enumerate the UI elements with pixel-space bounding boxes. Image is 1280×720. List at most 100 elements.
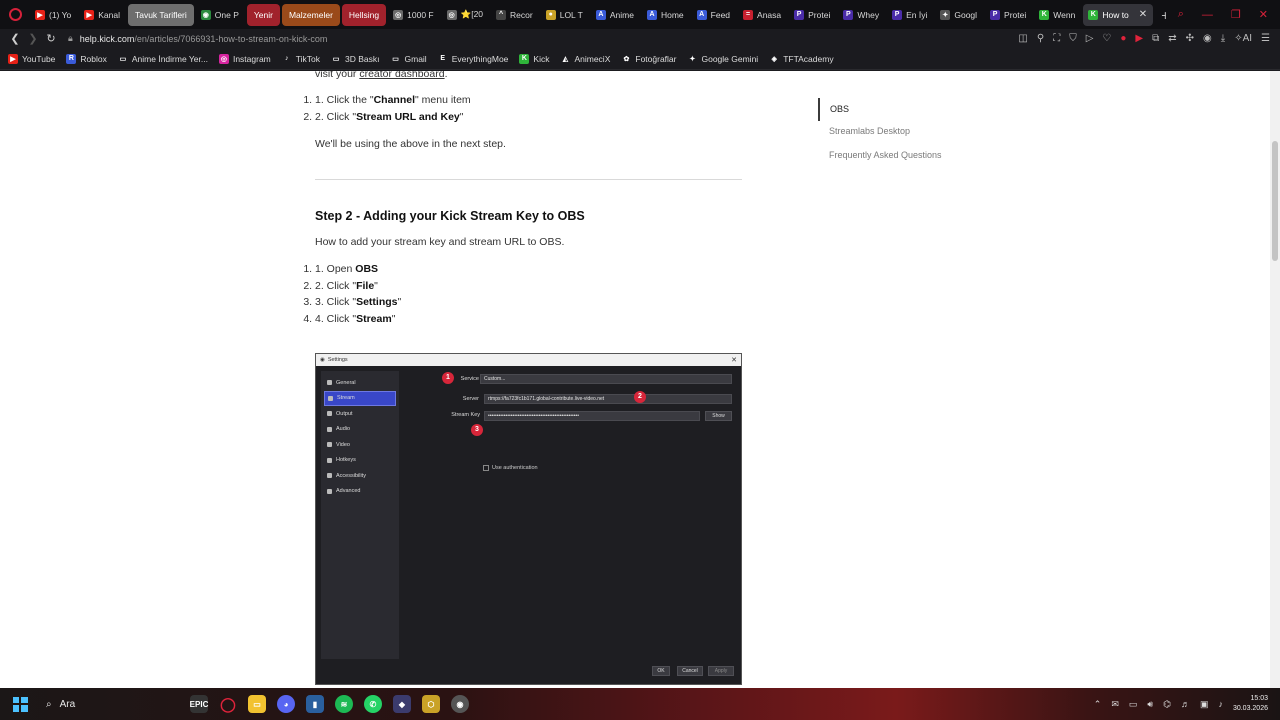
search-tabs-icon[interactable]: ⌕ <box>1178 8 1184 21</box>
bookmark-5[interactable]: ♪ TikTok <box>282 54 320 64</box>
tab-15[interactable]: = Anasa <box>738 4 787 26</box>
tray-chevron-icon[interactable]: ⌃ <box>1094 699 1102 710</box>
close-window-button[interactable]: ✕ <box>1259 8 1268 21</box>
tab-label: Home <box>660 9 684 20</box>
profile-icon[interactable]: ◉ <box>1203 33 1212 44</box>
tab-13[interactable]: A Home <box>642 4 690 26</box>
notes-app-icon[interactable]: ▮ <box>306 695 324 713</box>
tab-5[interactable]: Yenir <box>246 3 280 26</box>
tab-20[interactable]: P Protei <box>985 4 1032 26</box>
network-icon[interactable]: ⌬ <box>1163 699 1171 710</box>
tab-7[interactable]: Hellsing <box>341 3 387 26</box>
toc-item-obs[interactable]: OBS <box>820 98 849 121</box>
tab-12[interactable]: A Anime <box>591 4 640 26</box>
page-scrollbar[interactable] <box>1270 71 1280 688</box>
download-icon[interactable]: ⤓ <box>1221 33 1225 44</box>
translate-icon[interactable]: ⇄ <box>1168 33 1176 44</box>
tab-10[interactable]: ^ Recor <box>491 4 539 26</box>
bookmark-12[interactable]: ✦ Google Gemini <box>687 54 759 64</box>
pin-icon[interactable]: ⚲ <box>1037 33 1044 44</box>
whatsapp-icon[interactable]: ✆ <box>364 695 382 713</box>
tab-22[interactable]: K How to ✕ <box>1083 3 1154 26</box>
spotify-icon[interactable]: ≋ <box>335 695 353 713</box>
file-explorer-icon[interactable]: ▭ <box>248 695 266 713</box>
step-bold: Stream URL and Key <box>356 110 460 123</box>
tab-1[interactable]: ▶ (1) Yo <box>30 4 77 26</box>
start-button[interactable] <box>0 696 40 712</box>
snapshot-icon[interactable]: ⛶ <box>1053 33 1060 44</box>
tab-19[interactable]: ✦ Googl <box>935 4 983 26</box>
tab-16[interactable]: P Protei <box>789 4 836 26</box>
tab-18[interactable]: P En İyi <box>887 4 933 26</box>
tab-8[interactable]: ◎ 1000 F <box>388 4 439 26</box>
close-tab-icon[interactable]: ✕ <box>1139 9 1147 20</box>
tab-favicon-icon: ◎ <box>393 9 404 20</box>
discord-icon[interactable]: ◕ <box>277 695 295 713</box>
tab-3[interactable]: Tavuk Tarifleri <box>127 3 194 26</box>
tab-14[interactable]: A Feed <box>692 4 736 26</box>
bookmark-13[interactable]: ◈ TFTAcademy <box>769 54 833 64</box>
sidebar-icon[interactable]: ◫ <box>1018 33 1027 44</box>
reload-button[interactable]: ↻ <box>42 32 60 45</box>
taskbar-search[interactable]: ⌕ Ara <box>40 699 190 710</box>
bookmark-3[interactable]: ▭ Anime İndirme Yer... <box>118 54 208 64</box>
obs-sidebar: General Stream Output Audio Video Hotkeys Acce… <box>321 371 399 659</box>
bookmark-6[interactable]: ▭ 3D Baskı <box>331 54 380 64</box>
search-icon: ⌕ <box>46 698 52 710</box>
clock[interactable]: 15:03 30.03.2026 <box>1233 694 1268 714</box>
tab-favicon-icon: K <box>1039 9 1050 20</box>
tray-monitor-icon[interactable]: ▭ <box>1129 699 1138 710</box>
opera-menu-button[interactable] <box>0 0 30 29</box>
maximize-button[interactable]: ❐ <box>1231 8 1241 21</box>
app-icon[interactable]: ◆ <box>393 695 411 713</box>
bookmark-10[interactable]: ◭ AnimeciX <box>560 54 611 64</box>
url-field[interactable]: 🔒︎ help.kick.com/en/articles/7066931-how… <box>68 33 327 44</box>
menu-icon[interactable]: ☰ <box>1261 33 1270 44</box>
extension-icon[interactable]: ⧉ <box>1152 33 1159 44</box>
bookmark-11[interactable]: ✿ Fotoğraflar <box>621 54 676 64</box>
bookmark-9[interactable]: K Kick <box>519 53 549 64</box>
taskbar-apps: EPIC ◯ ▭ ◕ ▮ ≋ ✆ ◆ ⬡ ◉ <box>190 695 469 713</box>
riot-client-icon[interactable]: ⬡ <box>422 695 440 713</box>
tab-2[interactable]: ▶ Kanal <box>79 4 126 26</box>
tab-11[interactable]: ● LOL T <box>541 4 589 26</box>
toc-item-streamlabs[interactable]: Streamlabs Desktop <box>829 126 910 136</box>
epic-games-icon[interactable]: EPIC <box>190 695 208 713</box>
ai-icon[interactable]: ✧AI <box>1234 33 1252 44</box>
step-bold: Channel <box>373 94 416 106</box>
speaker-icon[interactable]: ♪ <box>1218 699 1223 709</box>
tab-4[interactable]: ◉ One P <box>196 4 245 26</box>
forward-button[interactable]: ❯ <box>24 32 42 45</box>
bookmark-4[interactable]: ◎ Instagram <box>218 53 271 64</box>
volume-icon[interactable]: 🔊︎ <box>1147 699 1153 710</box>
tab-favicon-icon: P <box>843 9 854 20</box>
tab-17[interactable]: P Whey <box>838 4 885 26</box>
bookmark-8[interactable]: E EverythingMoe <box>438 54 508 64</box>
record-icon[interactable]: ● <box>1120 33 1126 44</box>
minimize-button[interactable]: — <box>1202 9 1213 21</box>
tab-6[interactable]: Malzemeler <box>281 3 340 26</box>
puzzle-icon[interactable]: ✣ <box>1186 33 1194 44</box>
toc-item-faq[interactable]: Frequently Asked Questions <box>829 150 942 160</box>
obs-sidebar-label: General <box>336 379 356 386</box>
heart-icon[interactable]: ♡ <box>1102 33 1111 44</box>
mic-icon[interactable]: ♬ <box>1181 699 1190 709</box>
step1-item-2: 2. Click "Stream URL and Key" <box>315 109 742 126</box>
bookmark-1[interactable]: ▶ YouTube <box>8 53 55 64</box>
tray-app-icon[interactable]: ✉ <box>1111 699 1119 710</box>
tab-9[interactable]: ◎ ⭐[20 <box>442 4 489 26</box>
youtube-ext-icon[interactable]: ▶ <box>1135 33 1143 44</box>
creator-dashboard-link[interactable]: creator dashboard <box>359 71 444 80</box>
play-icon[interactable]: ▷ <box>1086 33 1094 44</box>
bookmark-7[interactable]: ▭ Gmail <box>391 54 427 64</box>
display-icon[interactable]: ▣ <box>1200 699 1209 710</box>
tab-21[interactable]: K Wenn <box>1034 4 1081 26</box>
bookmark-2[interactable]: R Roblox <box>66 53 107 64</box>
scrollbar-thumb[interactable] <box>1272 141 1278 261</box>
opera-taskbar-icon[interactable]: ◯ <box>219 695 237 713</box>
shield-icon[interactable]: ⛉ <box>1069 33 1077 44</box>
step-bold: Settings <box>356 296 398 308</box>
tab-label: Protei <box>1004 9 1027 20</box>
back-button[interactable]: ❮ <box>6 32 24 45</box>
obs-taskbar-icon[interactable]: ◉ <box>451 695 469 713</box>
